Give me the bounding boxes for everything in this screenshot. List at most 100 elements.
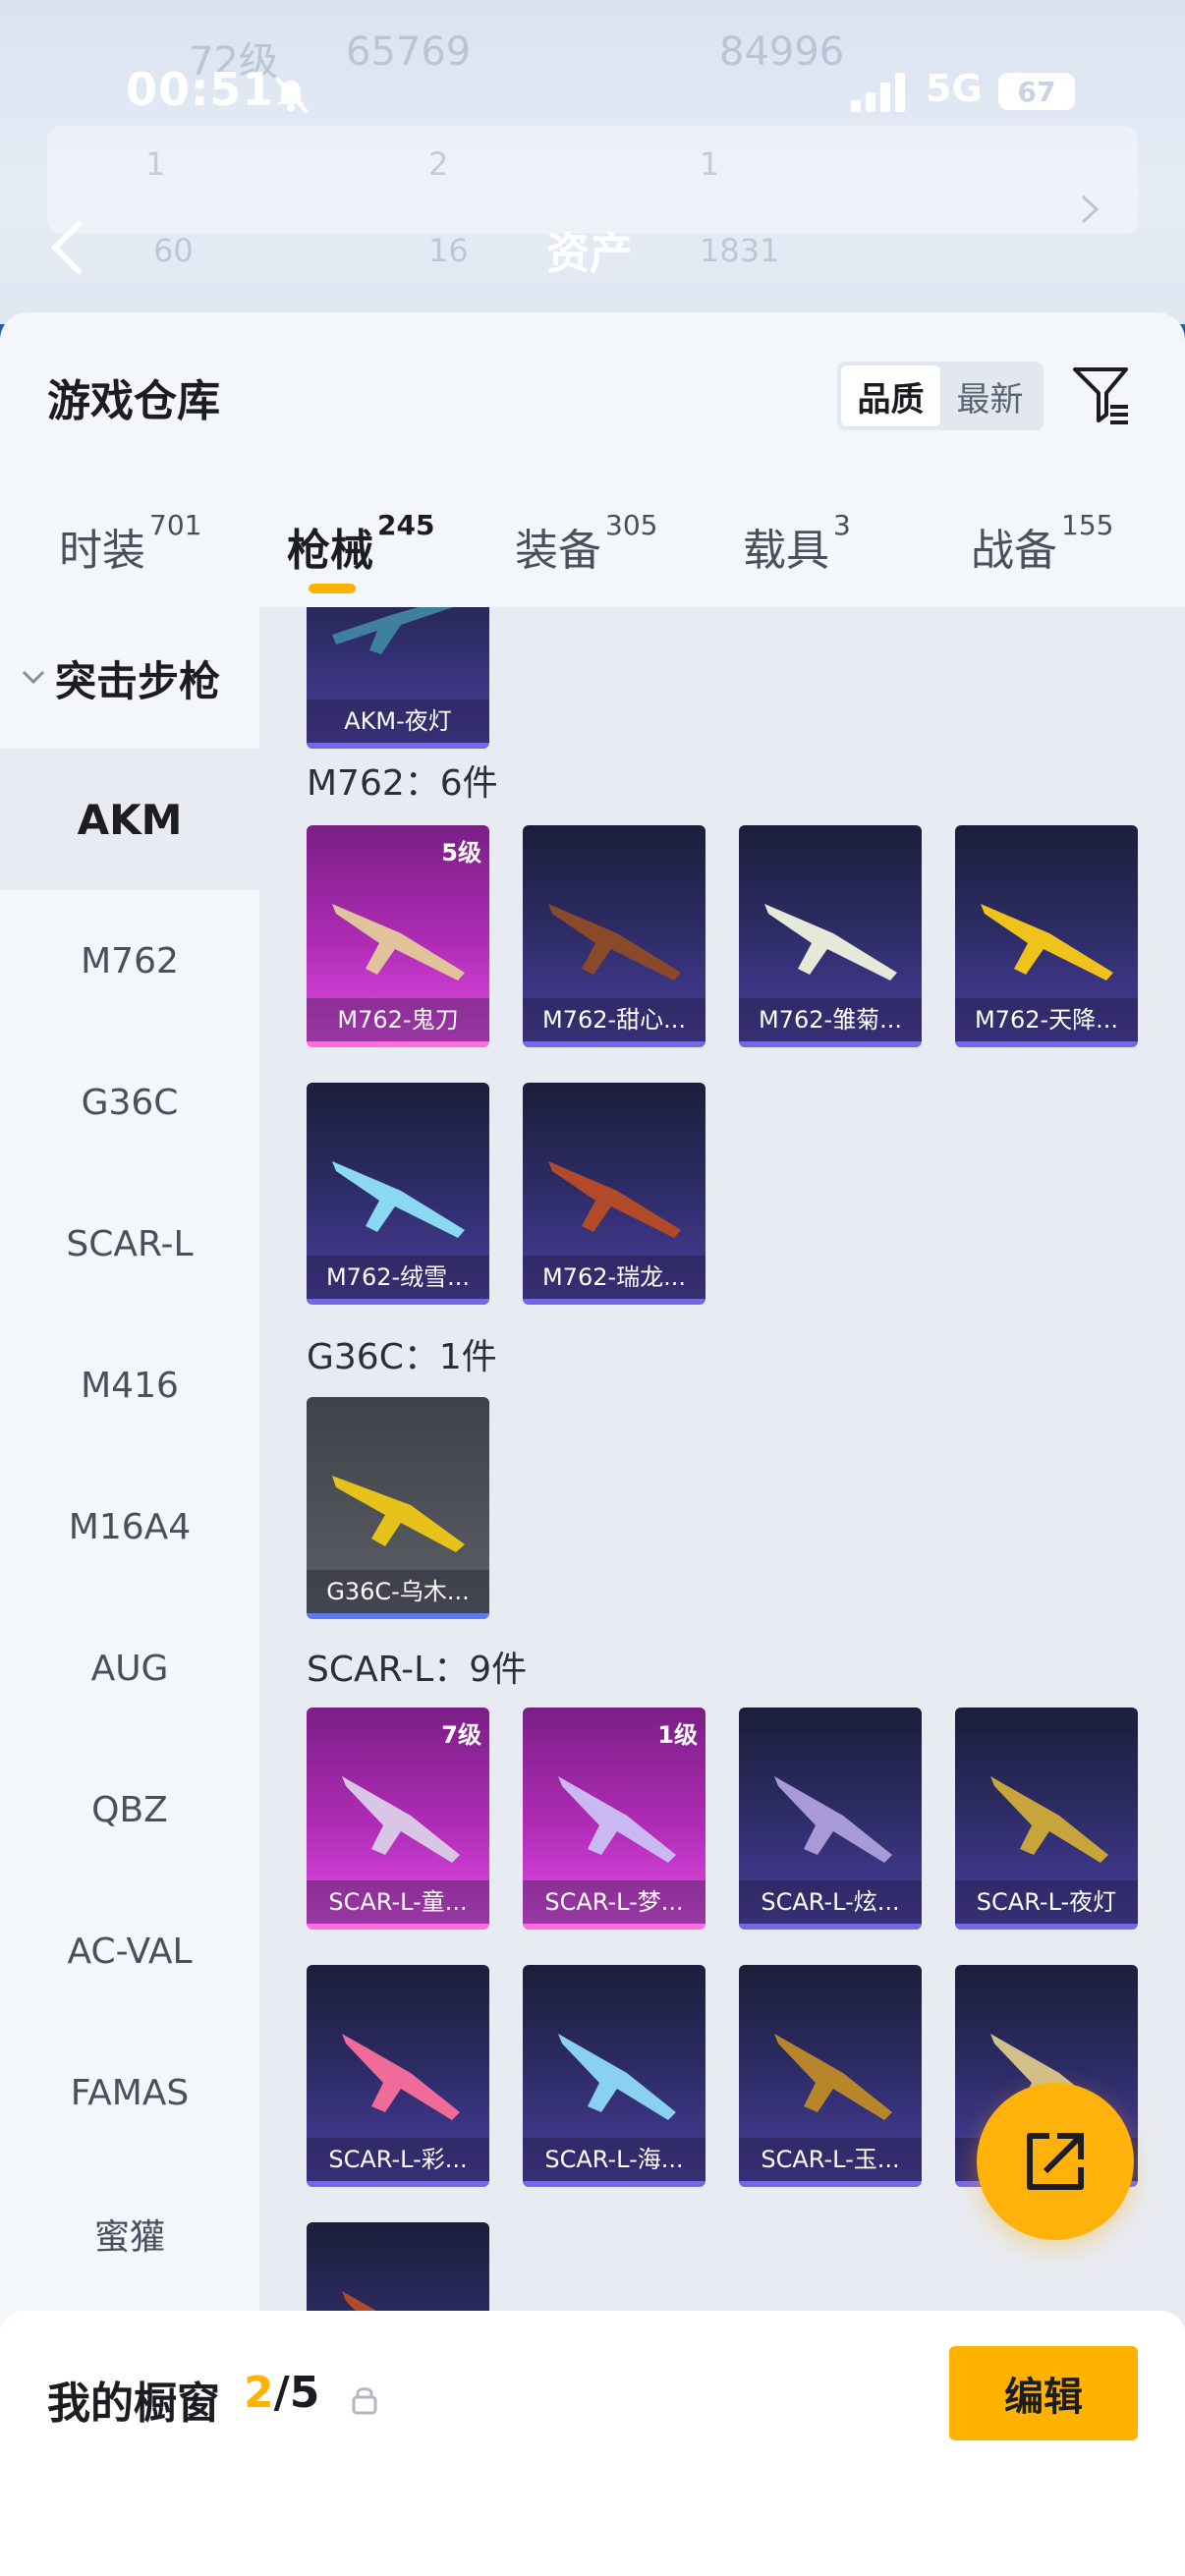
rifle-icon <box>332 1161 465 1238</box>
rifle-icon <box>548 1161 681 1238</box>
category-item-aug[interactable]: AUG <box>0 1597 259 1739</box>
bell-mute-icon <box>275 77 309 114</box>
category-item-g36c[interactable]: G36C <box>0 1032 259 1173</box>
share-external-icon <box>1027 2133 1084 2190</box>
category-item-scar-l[interactable]: SCAR-L <box>0 1173 259 1315</box>
tab-count: 3 <box>833 509 851 541</box>
weapon-card[interactable]: M762-雏菊... <box>739 825 922 1047</box>
chevron-right-icon <box>1081 195 1100 224</box>
rifle-icon <box>332 904 465 980</box>
rifle-icon <box>981 904 1113 980</box>
showcase-count: 2/5 <box>244 2368 319 2418</box>
weapon-level-badge: 1级 <box>657 1721 698 1749</box>
tab-fashion[interactable]: 时装701 <box>59 509 201 578</box>
weapon-card[interactable]: SCAR-L-玉... <box>739 1965 922 2187</box>
category-item-ac-val[interactable]: AC-VAL <box>0 1880 259 2022</box>
showcase-bar: 我的橱窗 2/5 编辑 <box>0 2311 1185 2576</box>
category-sidebar: 突击步枪 AKM M762 G36C SCAR-L M416 M16A4 AUG… <box>0 607 259 2326</box>
tab-label: 枪械 <box>287 526 373 576</box>
tab-supplies[interactable]: 战备155 <box>971 509 1113 578</box>
share-fab[interactable] <box>977 2083 1134 2240</box>
category-item-honey-badger[interactable]: 蜜獾 <box>0 2163 259 2305</box>
tab-vehicles[interactable]: 载具3 <box>743 509 851 578</box>
tab-label: 载具 <box>743 526 829 576</box>
category-group-assault-rifles[interactable]: 突击步枪 <box>0 607 259 749</box>
weapon-card[interactable]: SCAR-L-海... <box>523 1965 705 2187</box>
sheet-title: 游戏仓库 <box>47 376 220 426</box>
weapon-card-name: SCAR-L-海... <box>523 2138 705 2181</box>
category-item-famas[interactable]: FAMAS <box>0 2022 259 2163</box>
sort-latest-button[interactable]: 最新 <box>940 365 1040 426</box>
category-item-qbz[interactable]: QBZ <box>0 1739 259 1880</box>
rifle-icon <box>558 1776 676 1863</box>
signal-icon <box>851 73 905 112</box>
weapon-card[interactable]: 7级 SCAR-L-童... <box>307 1708 489 1930</box>
weapon-card[interactable]: AKM-夜灯 <box>307 607 489 749</box>
back-arrow-icon[interactable] <box>43 218 92 277</box>
weapon-level-badge: 7级 <box>441 1721 481 1749</box>
group-title-scar-l: SCAR-L：9件 <box>307 1650 528 1690</box>
category-item-m762[interactable]: M762 <box>0 890 259 1032</box>
status-time: 00:51 <box>126 63 275 116</box>
weapon-card[interactable]: 1级 SCAR-L-梦... <box>523 1708 705 1930</box>
tab-equipment[interactable]: 装备305 <box>515 509 657 578</box>
edit-button[interactable]: 编辑 <box>949 2346 1138 2440</box>
tab-count: 155 <box>1061 509 1114 541</box>
tab-label: 战备 <box>971 526 1057 576</box>
weapon-card-name: G36C-乌木... <box>307 1570 489 1613</box>
bg-stat-5: 16 <box>428 232 469 269</box>
weapon-grid: AKM-夜灯 M762：6件 5级 M762-鬼刀 M762-甜心... M76… <box>259 607 1185 2326</box>
weapon-level-badge: 5级 <box>441 839 481 867</box>
category-item-m16a4[interactable]: M16A4 <box>0 1456 259 1597</box>
category-item-akm[interactable]: AKM <box>0 749 259 890</box>
battery-indicator: 67 <box>998 73 1075 110</box>
bg-stat-4: 60 <box>153 232 194 269</box>
showcase-count-current: 2 <box>244 2368 274 2418</box>
sort-quality-button[interactable]: 品质 <box>841 365 940 426</box>
weapon-card-name: M762-天降... <box>955 998 1138 1041</box>
weapon-card-name: AKM-夜灯 <box>307 700 489 743</box>
weapon-card[interactable]: M762-甜心... <box>523 825 705 1047</box>
weapon-card-name: SCAR-L-童... <box>307 1880 489 1924</box>
weapon-card-name: SCAR-L-炫... <box>739 1880 922 1924</box>
showcase-count-total: /5 <box>273 2368 320 2418</box>
rifle-icon <box>774 1776 892 1863</box>
status-bar: 00:51 5G 67 <box>0 63 1185 132</box>
chevron-down-icon <box>22 670 45 685</box>
rifle-icon <box>764 904 897 980</box>
rifle-icon <box>342 2034 460 2120</box>
tab-label: 装备 <box>515 526 601 576</box>
filter-icon[interactable] <box>1071 364 1134 426</box>
tab-active-indicator <box>309 584 356 593</box>
tab-count: 305 <box>605 509 658 541</box>
weapon-card[interactable]: SCAR-L-夜灯 <box>955 1708 1138 1930</box>
weapon-card[interactable]: M762-瑞龙... <box>523 1083 705 1305</box>
weapon-card[interactable]: 5级 M762-鬼刀 <box>307 825 489 1047</box>
category-item-m416[interactable]: M416 <box>0 1315 259 1456</box>
weapon-card-name: SCAR-L-梦... <box>523 1880 705 1924</box>
rifle-icon <box>332 1476 465 1552</box>
tab-count: 701 <box>149 509 202 541</box>
bg-stat-3: 1 <box>700 145 720 183</box>
tab-firearms[interactable]: 枪械245 <box>287 509 434 578</box>
weapon-card-name: SCAR-L-彩... <box>307 2138 489 2181</box>
lock-icon <box>352 2387 377 2415</box>
weapon-card[interactable]: SCAR-L-炫... <box>739 1708 922 1930</box>
rifle-icon <box>342 1776 460 1863</box>
weapon-card[interactable]: M762-绒雪... <box>307 1083 489 1305</box>
tab-count: 245 <box>377 509 435 541</box>
group-title-m762: M762：6件 <box>307 763 498 804</box>
weapon-card[interactable]: M762-天降... <box>955 825 1138 1047</box>
weapon-card-name: SCAR-L-玉... <box>739 2138 922 2181</box>
rifle-icon <box>774 2034 892 2120</box>
category-group-label: 突击步枪 <box>55 656 221 705</box>
weapon-card[interactable]: SCAR-L-彩... <box>307 1965 489 2187</box>
group-title-g36c: G36C：1件 <box>307 1337 497 1377</box>
weapon-card-name: SCAR-L-夜灯 <box>955 1880 1138 1924</box>
weapon-card[interactable]: G36C-乌木... <box>307 1397 489 1619</box>
sort-toggle: 品质 最新 <box>837 362 1044 430</box>
weapon-card-name: M762-绒雪... <box>307 1256 489 1299</box>
rifle-icon <box>990 1776 1108 1863</box>
rifle-icon <box>548 904 681 980</box>
tab-label: 时装 <box>59 526 145 576</box>
